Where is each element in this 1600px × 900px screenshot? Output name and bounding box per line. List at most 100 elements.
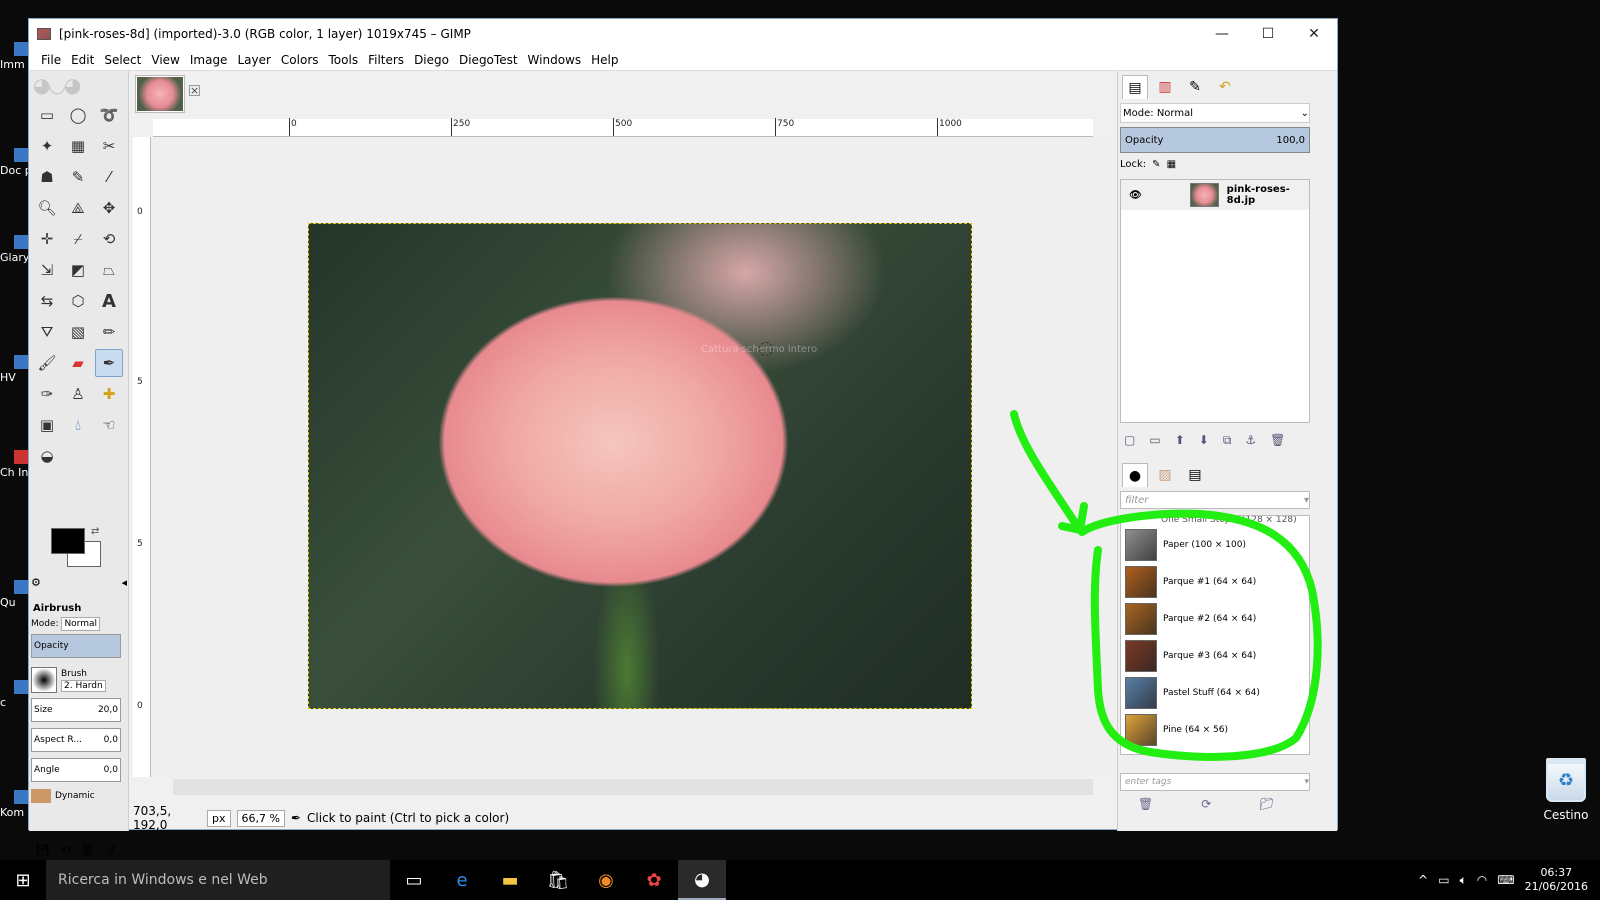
crop-icon[interactable]: ⌿ <box>64 225 92 253</box>
windows-start-icon[interactable]: ⊞ <box>0 860 46 900</box>
dodge-burn-icon[interactable]: ◒ <box>33 442 61 470</box>
layer-row[interactable]: 👁︎ pink-roses-8d.jp <box>1121 180 1309 210</box>
rose-image[interactable]: Cattura schermo intero <box>308 223 972 709</box>
align-icon[interactable]: ✛ <box>33 225 61 253</box>
lock-pixels-icon[interactable]: ✎ <box>1152 159 1160 170</box>
eraser-icon[interactable]: ▰ <box>64 349 92 377</box>
pencil-icon[interactable]: ✏ <box>95 318 123 346</box>
volume-icon[interactable]: 🔈︎ <box>1460 873 1467 888</box>
delete-options-icon[interactable]: 🗑︎ <box>80 843 95 857</box>
close-button[interactable]: ✕ <box>1291 19 1337 49</box>
select-by-color-icon[interactable]: ▦ <box>64 132 92 160</box>
text-icon[interactable]: A <box>95 287 123 315</box>
menu-image[interactable]: Image <box>186 53 234 67</box>
rect-select-icon[interactable]: ▭ <box>33 101 61 129</box>
layer-opacity-slider[interactable]: Opacity 100,0 <box>1120 127 1310 153</box>
delete-pattern-icon[interactable]: 🗑︎ <box>1138 797 1153 811</box>
paths-tab-icon[interactable]: ✎ <box>1182 75 1208 99</box>
menu-select[interactable]: Select <box>100 53 147 67</box>
menu-edit[interactable]: Edit <box>67 53 100 67</box>
scissors-icon[interactable]: ✂ <box>95 132 123 160</box>
reset-options-icon[interactable]: ↺ <box>106 843 116 857</box>
cage-icon[interactable]: ⬡ <box>64 287 92 315</box>
opacity-slider[interactable]: Opacity <box>31 634 121 658</box>
menu-filters[interactable]: Filters <box>364 53 410 67</box>
desktop-icon[interactable]: HV <box>0 355 30 384</box>
tags-input[interactable]: enter tags ▾ <box>1120 773 1310 791</box>
move-icon[interactable]: ✥ <box>95 194 123 222</box>
taskbar-search[interactable]: Ricerca in Windows e nel Web <box>46 860 390 900</box>
pattern-item[interactable]: Paper (100 × 100) <box>1121 526 1309 563</box>
lower-layer-icon[interactable]: ⬇ <box>1199 433 1209 448</box>
angle-slider[interactable]: Angle 0,0 <box>31 758 121 782</box>
configure-tab-icon[interactable]: ◂ <box>121 576 127 594</box>
color-picker-icon[interactable]: ⁄ <box>95 163 123 191</box>
brush-preview[interactable] <box>31 667 57 693</box>
desktop-icon[interactable]: Glary <box>0 235 30 264</box>
store-icon[interactable]: 🛍︎ <box>534 860 582 900</box>
gimp-taskbar-icon[interactable]: ◕ <box>678 860 726 900</box>
menu-help[interactable]: Help <box>587 53 624 67</box>
new-group-icon[interactable]: ▭ <box>1149 433 1160 448</box>
patterns-tab-icon[interactable]: ▨ <box>1152 463 1178 487</box>
blur-icon[interactable]: 💧︎ <box>64 411 92 439</box>
clock[interactable]: 06:37 21/06/2016 <box>1525 866 1588 894</box>
maximize-button[interactable]: ☐ <box>1245 19 1291 49</box>
delete-layer-icon[interactable]: 🗑︎ <box>1270 433 1285 448</box>
open-folder-icon[interactable]: 📁︎ <box>1259 797 1274 811</box>
size-slider[interactable]: Size 20,0 <box>31 698 121 722</box>
dynamics-row[interactable]: Dynamic <box>31 788 121 804</box>
paintbrush-icon[interactable]: 🖌︎ <box>33 349 61 377</box>
recycle-bin[interactable]: Cestino <box>1528 758 1600 822</box>
lock-alpha-icon[interactable]: ▦ <box>1167 159 1176 170</box>
menu-view[interactable]: View <box>147 53 185 67</box>
visibility-eye-icon[interactable]: 👁︎ <box>1129 190 1142 201</box>
brushes-tab-icon[interactable]: ● <box>1122 463 1148 487</box>
pattern-item[interactable]: Pine (64 × 56) <box>1121 711 1309 748</box>
file-explorer-icon[interactable]: ▬ <box>486 860 534 900</box>
new-layer-icon[interactable]: ▢ <box>1124 433 1135 448</box>
brush-name[interactable]: 2. Hardn <box>61 680 106 692</box>
menu-layer[interactable]: Layer <box>233 53 276 67</box>
unit-select[interactable]: px <box>207 809 231 827</box>
bucket-fill-icon[interactable]: ⛛ <box>33 318 61 346</box>
zoom-icon[interactable]: 🔍︎ <box>33 194 61 222</box>
perspective-icon[interactable]: ⏢ <box>95 256 123 284</box>
measure-icon[interactable]: ⟁ <box>64 194 92 222</box>
paint-app-icon[interactable]: ✿ <box>630 860 678 900</box>
blend-icon[interactable]: ▧ <box>64 318 92 346</box>
wifi-icon[interactable]: ◠ <box>1477 873 1487 887</box>
desktop-icon[interactable]: Ch Inte <box>0 450 30 479</box>
clone-icon[interactable]: ♙ <box>64 380 92 408</box>
scale-icon[interactable]: ⇲ <box>33 256 61 284</box>
image-tab[interactable] <box>135 75 185 113</box>
keyboard-icon[interactable]: ⌨ <box>1497 873 1514 887</box>
menu-diegotest[interactable]: DiegoTest <box>455 53 524 67</box>
foreground-color[interactable] <box>51 528 85 554</box>
desktop-icon[interactable]: Kom 10 <box>0 790 30 819</box>
menu-tools[interactable]: Tools <box>325 53 365 67</box>
close-tab-icon[interactable]: × <box>189 85 200 96</box>
horizontal-scrollbar[interactable] <box>173 779 1093 795</box>
channels-tab-icon[interactable]: ▥ <box>1152 75 1178 99</box>
fuzzy-select-icon[interactable]: ✦ <box>33 132 61 160</box>
desktop-icon[interactable]: Imm tutti <box>0 42 30 71</box>
edge-icon[interactable]: e <box>438 860 486 900</box>
rotate-icon[interactable]: ⟲ <box>95 225 123 253</box>
desktop-icon[interactable]: c <box>0 680 30 709</box>
raise-layer-icon[interactable]: ⬆ <box>1175 433 1185 448</box>
vertical-scrollbar[interactable] <box>1093 137 1111 777</box>
canvas[interactable]: Cattura schermo intero <box>153 137 1093 777</box>
aspect-slider[interactable]: Aspect R... 0,0 <box>31 728 121 752</box>
perspective-clone-icon[interactable]: ▣ <box>33 411 61 439</box>
foreground-select-icon[interactable]: ☗ <box>33 163 61 191</box>
shear-icon[interactable]: ◩ <box>64 256 92 284</box>
paths-icon[interactable]: ✎ <box>64 163 92 191</box>
airbrush-icon[interactable]: ✒ <box>95 349 123 377</box>
app-icon[interactable]: ◉ <box>582 860 630 900</box>
ellipse-select-icon[interactable]: ◯ <box>64 101 92 129</box>
pattern-item[interactable]: Pastel Stuff (64 × 64) <box>1121 674 1309 711</box>
flip-icon[interactable]: ⇆ <box>33 287 61 315</box>
pattern-item[interactable]: Parque #1 (64 × 64) <box>1121 563 1309 600</box>
minimize-button[interactable]: — <box>1199 19 1245 49</box>
